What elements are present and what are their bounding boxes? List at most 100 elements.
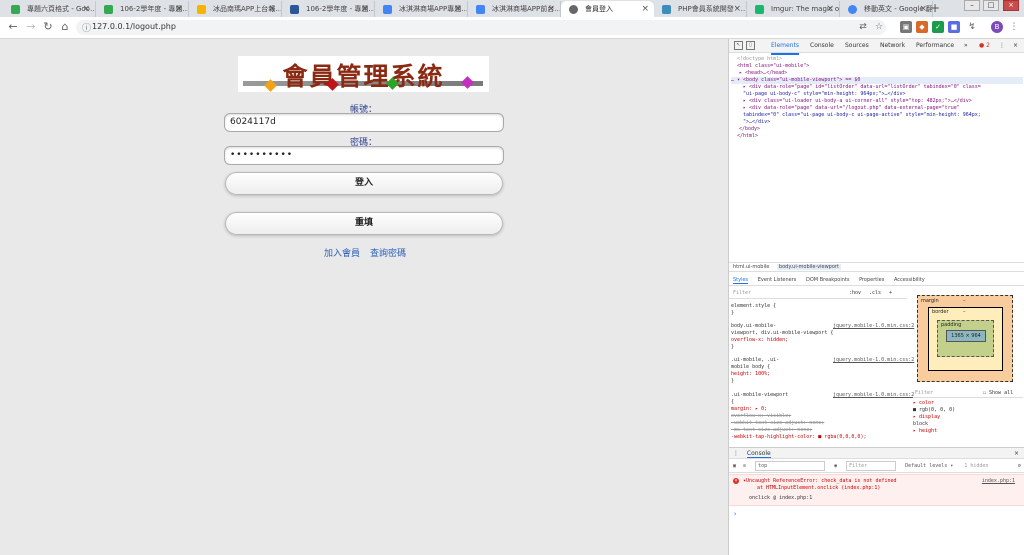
reset-button[interactable]: 重填 <box>225 212 503 235</box>
device-toggle-icon[interactable]: ▯ <box>746 41 755 50</box>
cls-toggle[interactable]: .cls <box>869 288 881 299</box>
style-rule[interactable]: .ui-mobile, .ui- jquery.mobile-1.0.min.c… <box>731 357 914 385</box>
error-text[interactable]: ▾Uncaught ReferenceError: check_data is … <box>743 478 897 485</box>
maximize-icon[interactable]: □ <box>983 0 999 11</box>
forward-icon[interactable]: → <box>24 20 38 34</box>
close-tab-icon[interactable]: × <box>175 1 183 17</box>
style-rule[interactable]: body.ui-mobile- jquery.mobile-1.0.min.cs… <box>731 323 914 351</box>
error-source-link[interactable]: index.php:1 <box>982 478 1015 485</box>
close-tab-icon[interactable]: × <box>826 1 834 17</box>
dom-line[interactable]: ">…</div> <box>743 119 770 126</box>
add-rule-icon[interactable]: + <box>889 288 892 299</box>
close-tab-icon[interactable]: × <box>268 1 276 17</box>
browser-tab[interactable]: 冰淇淋商場APP專題… × <box>375 1 468 17</box>
dom-line[interactable]: ▸ <div data-role="page" data-url="/logou… <box>743 105 960 112</box>
console-filter-input[interactable]: Filter <box>846 461 897 471</box>
dom-line[interactable]: "ui-page ui-body-c" style="min-height: 9… <box>743 91 906 98</box>
tab-accessibility[interactable]: Accessibility <box>894 277 925 283</box>
close-window-icon[interactable]: × <box>1003 0 1019 11</box>
error-count-badge[interactable]: ● 2 <box>979 39 990 53</box>
show-all-checkbox[interactable]: ☐ Show all <box>983 389 1013 398</box>
close-tab-icon[interactable]: × <box>454 1 462 17</box>
log-levels-select[interactable]: Default levels ▾ <box>905 463 953 469</box>
tab-elements[interactable]: Elements <box>771 39 799 55</box>
tab-console-drawer[interactable]: Console <box>746 450 771 458</box>
style-rule[interactable]: element.style { } <box>731 303 776 317</box>
dom-line[interactable]: ▸ <div data-role="page" id="listOrder" d… <box>743 84 981 91</box>
computed-prop[interactable]: ▸ height <box>913 428 1023 435</box>
dom-line[interactable]: tabindex="0" class="ui-page ui-body-c ui… <box>743 112 981 119</box>
drawer-menu-icon[interactable]: ⋮ <box>733 450 739 457</box>
extension-icon[interactable]: ■ <box>948 21 960 33</box>
browser-tab[interactable]: 106-2學年度 - 專題… × <box>96 1 189 17</box>
close-devtools-icon[interactable]: × <box>1013 39 1018 53</box>
browser-tab[interactable]: 移動英文 - Google 翻… × <box>840 1 933 17</box>
computed-filter-input[interactable]: Filter <box>915 390 933 396</box>
login-button[interactable]: 登入 <box>225 172 503 195</box>
close-tab-icon[interactable]: × <box>733 1 741 17</box>
account-field[interactable]: 6024117d <box>224 113 504 132</box>
browser-tab[interactable]: PHP會員系統開發 - … × <box>654 1 747 17</box>
extension-icon[interactable]: ◆ <box>916 21 928 33</box>
browser-tab[interactable]: Imgur: The magic of …× <box>747 1 840 17</box>
styles-filter-input[interactable]: Filter <box>733 290 751 296</box>
rule-source-link[interactable]: jquery.mobile-1.0.min.css:2 <box>833 392 914 399</box>
dom-line[interactable]: </body> <box>739 126 760 133</box>
info-icon[interactable]: ⓘ <box>82 21 91 34</box>
eye-icon[interactable]: ◉ <box>834 463 837 469</box>
dom-line-selected[interactable]: … ▾ <body class="ui-mobile-viewport"> ==… <box>731 77 1023 84</box>
minimize-icon[interactable]: – <box>964 0 980 11</box>
rule-source-link[interactable]: jquery.mobile-1.0.min.css:2 <box>833 323 914 330</box>
tab-console[interactable]: Console <box>810 39 834 53</box>
tab-properties[interactable]: Properties <box>859 277 884 283</box>
breadcrumb-item[interactable]: html.ui-mobile <box>733 264 769 270</box>
back-icon[interactable]: ← <box>6 20 20 34</box>
tab-event-listeners[interactable]: Event Listeners <box>758 277 797 283</box>
tab-network[interactable]: Network <box>880 39 905 53</box>
browser-tab-active[interactable]: 會員登入 × <box>561 1 654 17</box>
console-prompt[interactable]: › <box>733 510 737 518</box>
dom-line[interactable]: ▸ <head>…</head> <box>739 70 787 77</box>
tab-sources[interactable]: Sources <box>845 39 869 53</box>
tab-styles[interactable]: Styles <box>733 277 749 284</box>
close-tab-icon[interactable]: × <box>361 1 369 17</box>
dom-line[interactable]: </html> <box>737 133 758 140</box>
clear-console-icon[interactable]: ⊘ <box>743 463 746 469</box>
dom-line[interactable]: ▸ <div class="ui-loader ui-body-a ui-cor… <box>743 98 972 105</box>
forgot-password-link[interactable]: 查詢密碼 <box>370 246 406 259</box>
computed-prop[interactable]: ▸ display <box>913 414 1023 421</box>
style-rule[interactable]: .ui-mobile-viewport jquery.mobile-1.0.mi… <box>731 392 914 441</box>
browser-tab[interactable]: 冰淇淋商場APP前台… × <box>468 1 561 17</box>
avatar[interactable]: B <box>991 21 1003 33</box>
close-tab-icon[interactable]: × <box>547 1 555 17</box>
tab-performance[interactable]: Performance <box>916 39 954 53</box>
computed-prop[interactable]: ▸ color <box>913 400 1023 407</box>
reload-icon[interactable]: ↻ <box>41 20 55 34</box>
sidebar-toggle-icon[interactable]: ▣ <box>733 463 736 469</box>
box-model-content[interactable]: 1365 × 964 <box>946 330 986 342</box>
rule-source-link[interactable]: jquery.mobile-1.0.min.css:2 <box>833 357 914 364</box>
error-onclick-link[interactable]: onclick @ index.php:1 <box>749 495 812 502</box>
context-select[interactable]: top <box>755 461 826 471</box>
hov-toggle[interactable]: :hov <box>849 288 861 299</box>
more-tabs-icon[interactable]: » <box>964 39 968 53</box>
computed-filter[interactable]: Filter ☐ Show all <box>913 389 1023 398</box>
devtools-menu-icon[interactable]: ⋮ <box>999 39 1005 53</box>
extension-icon[interactable]: ✓ <box>932 21 944 33</box>
close-tab-icon[interactable]: × <box>919 1 927 17</box>
close-tab-icon[interactable]: × <box>82 1 90 17</box>
close-tab-icon[interactable]: × <box>641 1 649 17</box>
translate-icon[interactable]: ⇄ <box>857 21 869 33</box>
dom-line[interactable]: <html class="ui-mobile"> <box>737 63 809 70</box>
extension-icon[interactable]: ▣ <box>900 21 912 33</box>
address-bar[interactable]: ⓘ 127.0.0.1/logout.php <box>76 20 886 35</box>
password-field[interactable]: •••••••••• <box>224 146 504 165</box>
styles-filter[interactable]: Filter :hov .cls + <box>729 288 907 299</box>
home-icon[interactable]: ⌂ <box>58 20 72 34</box>
tab-dom-breakpoints[interactable]: DOM Breakpoints <box>806 277 849 283</box>
inspect-icon[interactable]: ↖ <box>734 41 743 50</box>
browser-tab[interactable]: 冰品南瑪APP上台報… × <box>189 1 282 17</box>
browser-tab[interactable]: 專題六頁格式 - Goo… × <box>3 1 96 17</box>
gesture-icon[interactable]: ↯ <box>966 21 978 33</box>
console-settings-icon[interactable]: ⚙ <box>1018 460 1021 473</box>
